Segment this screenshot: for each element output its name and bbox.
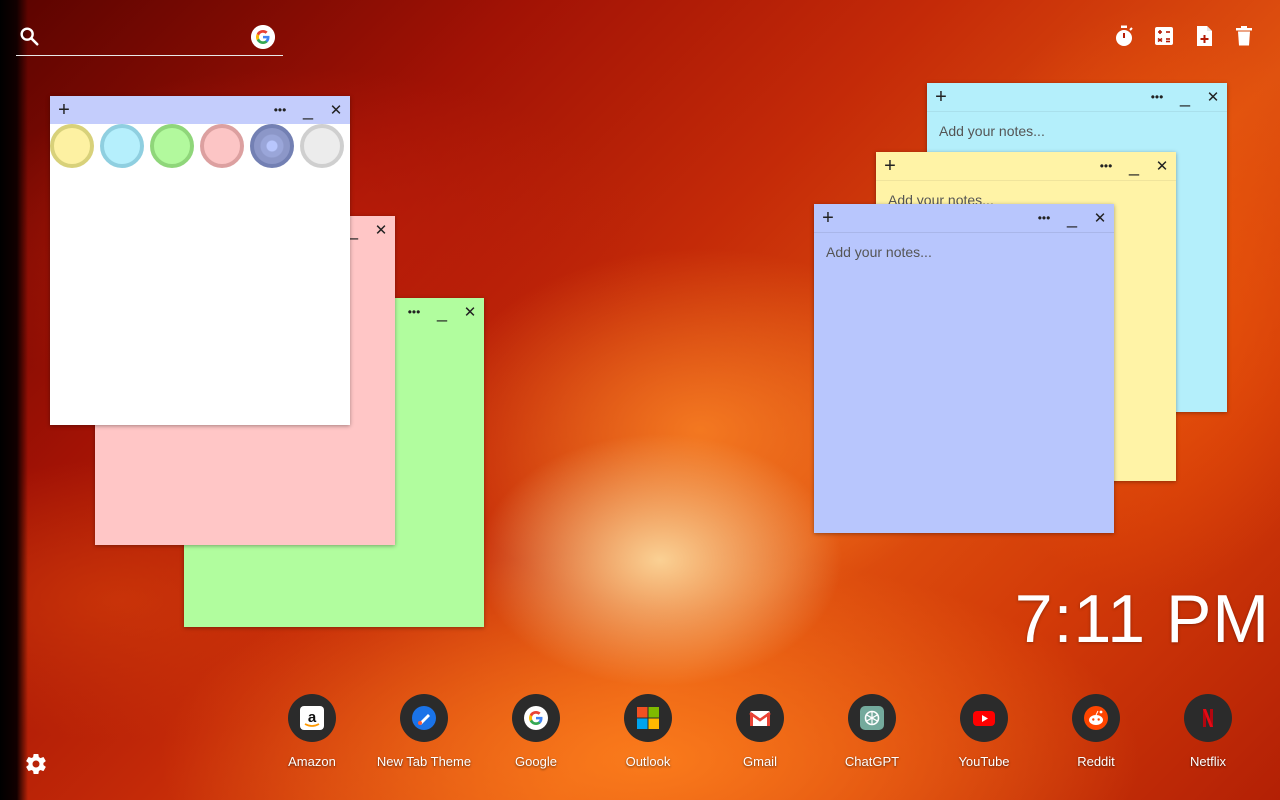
close-button[interactable]: ✕ — [1201, 83, 1225, 111]
shortcut-label: Google — [515, 754, 557, 769]
note-titlebar[interactable]: + ••• _ ✕ — [927, 83, 1227, 112]
trash-icon[interactable] — [1232, 24, 1256, 48]
shortcut-new-tab-theme[interactable]: New Tab Theme — [368, 694, 480, 769]
shortcut-label: Amazon — [288, 754, 336, 769]
color-swatch-yellow[interactable] — [50, 124, 94, 168]
outlook-icon — [624, 694, 672, 742]
toolbar — [1112, 24, 1256, 48]
shortcut-label: ChatGPT — [844, 754, 900, 769]
minimize-button[interactable]: _ — [296, 96, 320, 124]
shortcut-amazon[interactable]: a Amazon — [256, 694, 368, 769]
close-button[interactable]: ✕ — [458, 298, 482, 326]
shortcut-label: New Tab Theme — [376, 754, 472, 769]
google-icon — [512, 694, 560, 742]
clock: 7:11 PM — [1014, 581, 1270, 657]
color-picker — [50, 124, 348, 168]
add-note-button[interactable]: + — [929, 83, 953, 111]
amazon-icon: a — [288, 694, 336, 742]
sticky-note-blue[interactable]: + ••• _ ✕ — [814, 204, 1114, 533]
note-body — [814, 232, 1114, 533]
color-swatch-pink[interactable] — [200, 124, 244, 168]
more-options-button[interactable]: ••• — [402, 298, 426, 326]
close-button[interactable]: ✕ — [1150, 152, 1174, 180]
shortcut-netflix[interactable]: Netflix — [1152, 694, 1264, 769]
shortcut-google[interactable]: Google — [480, 694, 592, 769]
search-icon[interactable] — [18, 25, 40, 47]
more-options-button[interactable]: ••• — [268, 96, 292, 124]
more-options-button[interactable]: ••• — [1094, 152, 1118, 180]
color-swatch-blue-selected[interactable] — [250, 124, 294, 168]
shortcut-label: Netflix — [1189, 754, 1227, 769]
shortcut-youtube[interactable]: YouTube — [928, 694, 1040, 769]
shortcut-chatgpt[interactable]: ChatGPT — [816, 694, 928, 769]
minimize-button[interactable]: _ — [1060, 204, 1084, 232]
minimize-button[interactable]: _ — [1122, 152, 1146, 180]
shortcut-outlook[interactable]: Outlook — [592, 694, 704, 769]
close-button[interactable]: ✕ — [369, 216, 393, 244]
gear-icon[interactable] — [24, 752, 48, 776]
reddit-icon — [1072, 694, 1120, 742]
minimize-button[interactable]: _ — [1173, 83, 1197, 111]
netflix-icon — [1184, 694, 1232, 742]
add-note-icon[interactable] — [1192, 24, 1216, 48]
new-tab-theme-icon — [400, 694, 448, 742]
chatgpt-icon — [848, 694, 896, 742]
shortcut-label: Gmail — [743, 754, 777, 769]
add-note-button[interactable]: + — [52, 96, 76, 124]
more-options-button[interactable]: ••• — [1032, 204, 1056, 232]
shortcut-label: Outlook — [625, 754, 671, 769]
shortcut-label: Reddit — [1077, 754, 1115, 769]
calculator-icon[interactable] — [1152, 24, 1176, 48]
color-swatch-gray[interactable] — [300, 124, 344, 168]
add-note-button[interactable]: + — [816, 204, 840, 232]
note-titlebar[interactable]: + ••• _ ✕ — [814, 204, 1114, 233]
youtube-icon — [960, 694, 1008, 742]
shortcut-reddit[interactable]: Reddit — [1040, 694, 1152, 769]
more-options-button[interactable]: ••• — [1145, 83, 1169, 111]
color-swatch-cyan[interactable] — [100, 124, 144, 168]
close-button[interactable]: ✕ — [324, 96, 348, 124]
sticky-note-white[interactable]: + ••• _ ✕ — [50, 96, 350, 425]
minimize-button[interactable]: _ — [430, 298, 454, 326]
shortcut-label: YouTube — [958, 754, 1010, 769]
svg-text:a: a — [308, 709, 317, 726]
search-bar — [16, 20, 283, 56]
wallpaper-edge — [0, 0, 28, 800]
close-button[interactable]: ✕ — [1088, 204, 1112, 232]
note-titlebar[interactable]: + ••• _ ✕ — [50, 96, 350, 124]
search-input[interactable] — [54, 24, 258, 50]
note-textarea[interactable] — [824, 242, 1108, 527]
google-search-icon[interactable] — [251, 25, 275, 49]
add-note-button[interactable]: + — [878, 152, 902, 180]
timer-icon[interactable] — [1112, 24, 1136, 48]
color-swatch-green[interactable] — [150, 124, 194, 168]
shortcut-gmail[interactable]: Gmail — [704, 694, 816, 769]
gmail-icon — [736, 694, 784, 742]
note-titlebar[interactable]: + ••• _ ✕ — [876, 152, 1176, 181]
